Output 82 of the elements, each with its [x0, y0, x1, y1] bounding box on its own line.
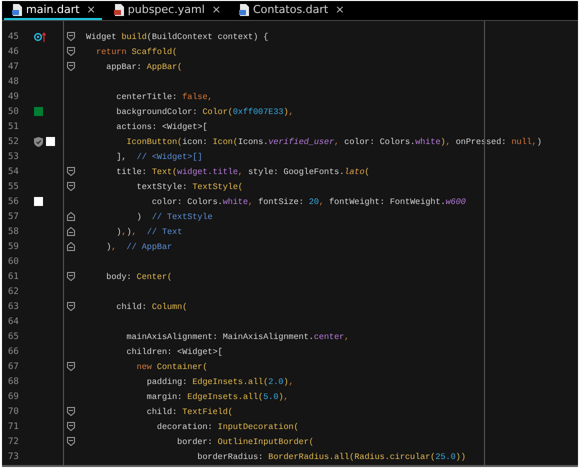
line-number: 59	[7, 242, 20, 252]
code-line: actions: <Widget>[	[115, 122, 208, 132]
line-number: 58	[7, 226, 20, 236]
fold-icon[interactable]	[67, 182, 75, 191]
code-line: borderRadius: BorderRadius.all(Radius.circular(25.0))	[196, 452, 466, 462]
code-line: textStyle: TextStyle(	[136, 182, 243, 192]
line-number: 67	[7, 362, 20, 372]
code-line: ),), // Text	[115, 226, 182, 236]
line-number: 56	[7, 196, 20, 206]
code-line: decoration: InputDecoration(	[156, 422, 299, 432]
fold-icon[interactable]	[67, 47, 75, 56]
line-number: 62	[7, 286, 20, 296]
line-number: 64	[7, 316, 20, 326]
fold-icon[interactable]	[67, 62, 75, 71]
code-line: body: Center(	[105, 272, 172, 282]
color-swatch[interactable]	[46, 137, 55, 146]
line-number: 65	[7, 332, 20, 342]
code-line: IconButton(icon: Icon(Icons.verified_user, color: Colors.white), onPressed: null,)	[126, 136, 542, 146]
fold-icon[interactable]	[67, 422, 75, 431]
line-number: 69	[7, 392, 20, 402]
fold-icon[interactable]	[67, 32, 75, 41]
fold-icon[interactable]	[67, 302, 75, 311]
code-line: title: Text(widget.title, style: GoogleFonts.lato(	[115, 166, 370, 176]
close-icon[interactable]: ×	[86, 3, 96, 16]
line-number: 61	[7, 272, 20, 282]
code-line: margin: EdgeInsets.all(5.0),	[146, 392, 289, 402]
code-line: border: OutlineInputBorder(	[176, 436, 314, 446]
line-number: 72	[7, 436, 20, 446]
line-number: 47	[7, 62, 20, 72]
fold-icon[interactable]	[67, 167, 75, 176]
shield-icon	[34, 136, 43, 146]
line-number: 55	[7, 182, 20, 192]
line-number: 50	[7, 106, 20, 116]
line-number: 70	[7, 406, 20, 416]
override-icon[interactable]	[34, 32, 46, 42]
fold-icon[interactable]	[67, 362, 75, 371]
code-line: ) // TextStyle	[136, 212, 213, 222]
line-number: 66	[7, 346, 20, 356]
close-icon[interactable]: ×	[212, 3, 221, 16]
line-number: 57	[7, 212, 20, 222]
line-number: 63	[7, 302, 20, 312]
line-number: 68	[7, 376, 20, 386]
color-swatch[interactable]	[34, 197, 43, 206]
line-number: 48	[7, 76, 20, 86]
close-icon[interactable]: ×	[335, 3, 344, 16]
fold-icon[interactable]	[67, 227, 75, 236]
code-line: ), // AppBar	[105, 242, 172, 252]
fold-icon[interactable]	[67, 407, 75, 416]
code-line: child: Column(	[115, 302, 188, 312]
line-number: 49	[7, 92, 20, 102]
line-number: 52	[7, 136, 20, 146]
code-line: child: TextField(	[146, 406, 233, 416]
code-line: ], // <Widget>[]	[115, 152, 202, 162]
file-tab[interactable]: pubspec.yaml ×	[106, 1, 227, 20]
file-tab[interactable]: main.dart ×	[4, 1, 102, 20]
fold-icon[interactable]	[67, 242, 75, 251]
code-line: mainAxisAlignment: MainAxisAlignment.center,	[126, 332, 350, 342]
code-line: Widget build(BuildContext context) {	[86, 32, 268, 42]
fold-icon[interactable]	[67, 272, 75, 281]
line-number: 73	[7, 452, 20, 462]
code-line: return Scaffold(	[95, 46, 178, 56]
fold-icon[interactable]	[67, 212, 75, 221]
code-line: color: Colors.white, fontSize: 20, fontWeight: FontWeight.w600	[150, 196, 466, 206]
line-number: 71	[7, 422, 20, 432]
line-number: 51	[7, 122, 20, 132]
line-number: 54	[7, 166, 20, 176]
file-icon	[238, 4, 250, 16]
file-tab[interactable]: Contatos.dart ×	[230, 1, 350, 20]
line-number: 53	[7, 152, 20, 162]
code-line: centerTitle: false,	[115, 92, 213, 102]
color-swatch[interactable]	[34, 107, 43, 116]
code-line: backgroundColor: Color(0xff007E33),	[115, 106, 294, 116]
file-icon	[114, 4, 125, 16]
line-number: 60	[7, 256, 20, 266]
file-icon	[12, 4, 23, 16]
line-number: 46	[7, 46, 20, 56]
code-line: new Container(	[136, 362, 208, 372]
fold-icon[interactable]	[67, 437, 75, 446]
code-line: appBar: AppBar(	[105, 62, 182, 72]
code-line: children: <Widget>[	[126, 346, 223, 356]
line-number: 45	[7, 32, 20, 42]
code-line: padding: EdgeInsets.all(2.0),	[146, 376, 294, 386]
